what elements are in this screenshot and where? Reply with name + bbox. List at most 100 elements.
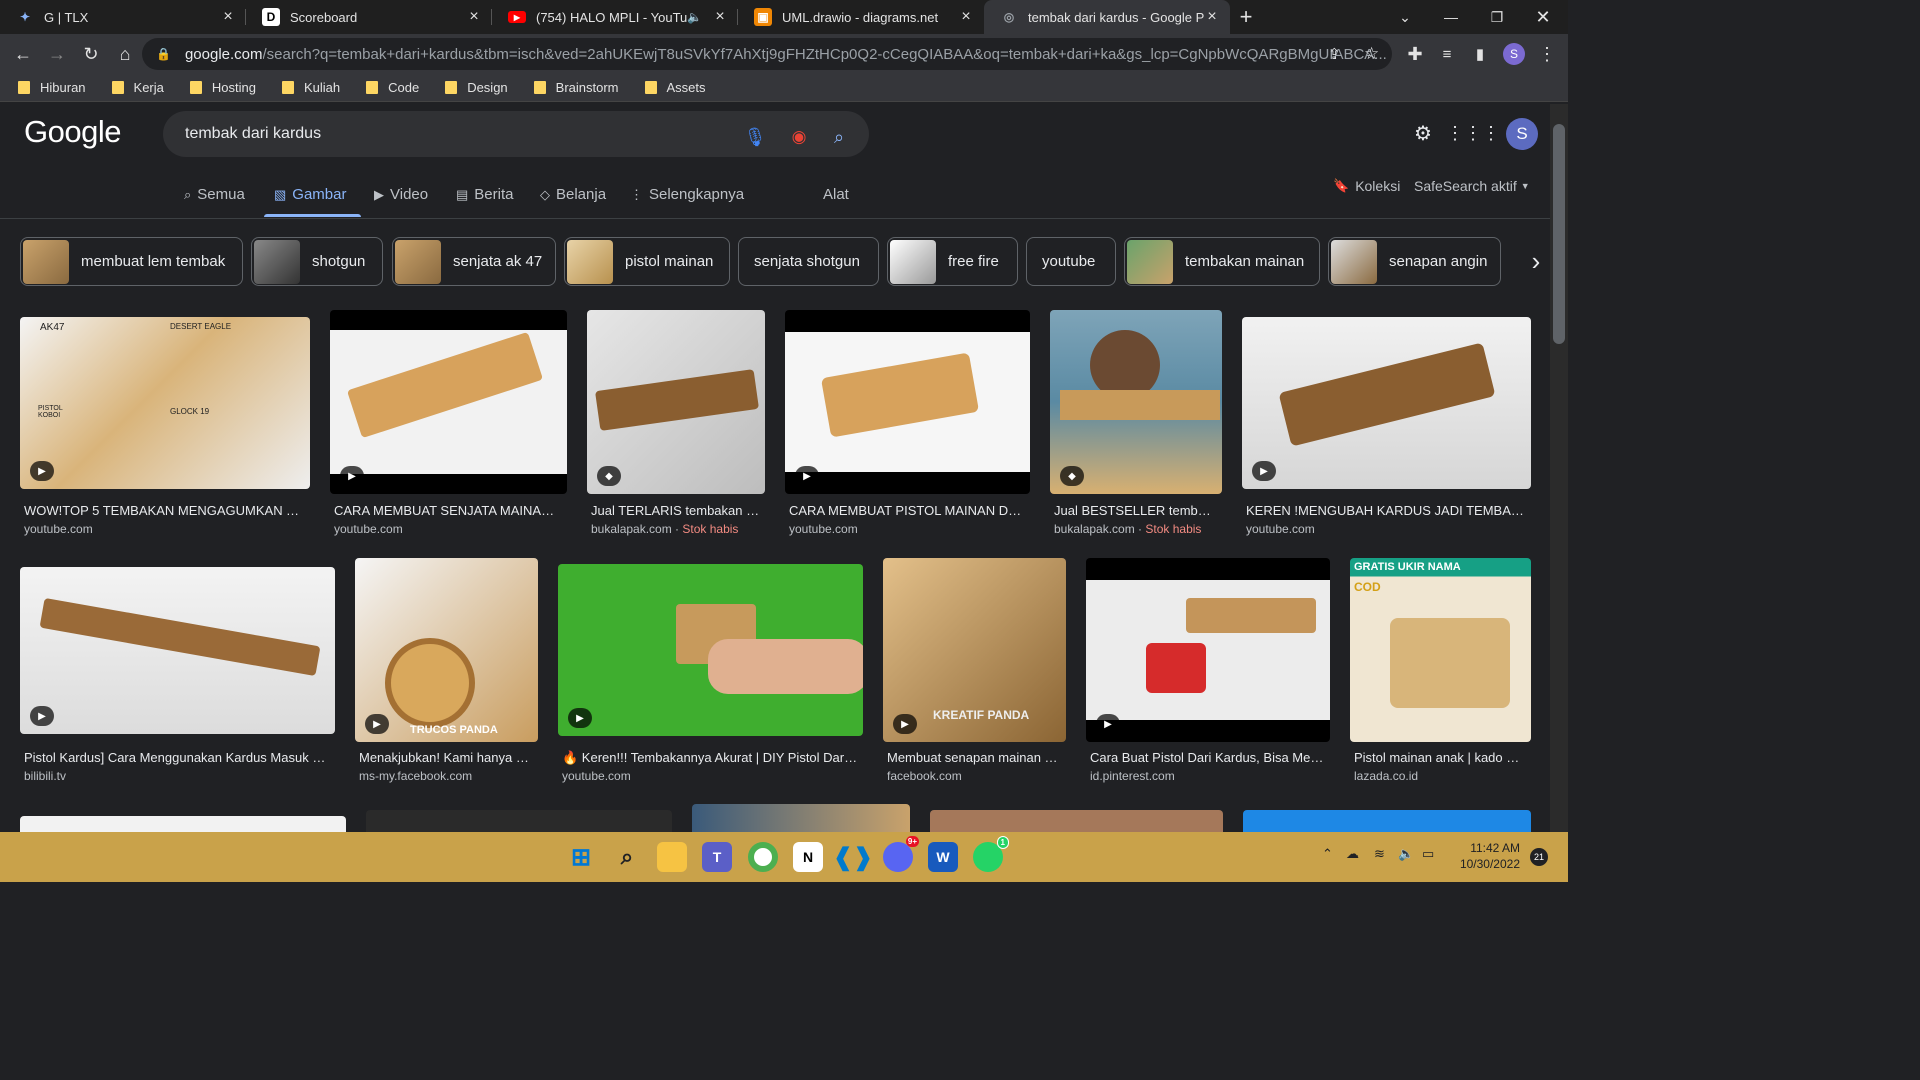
bookmark-folder[interactable]: Code — [360, 80, 419, 95]
search-box[interactable]: tembak dari kardus 🎙 ◉ ⌕ — [163, 111, 869, 157]
tab-search-icon[interactable]: ⌄ — [1382, 0, 1428, 34]
notification-center-badge[interactable]: 21 — [1530, 848, 1548, 866]
account-avatar[interactable]: S — [1506, 118, 1538, 150]
result-image[interactable]: ◆ — [587, 310, 765, 494]
result-source[interactable]: youtube.com — [24, 522, 93, 536]
result-source[interactable]: bukalapak.com · Stok habis — [591, 522, 738, 536]
bookmark-folder[interactable]: Hosting — [184, 80, 256, 95]
collections-button[interactable]: 🔖 Koleksi — [1333, 178, 1400, 194]
chip[interactable]: senjata shotgun — [738, 237, 879, 286]
tab-berita[interactable]: ▤ Berita — [456, 186, 513, 203]
close-tab-icon[interactable]: × — [1204, 8, 1220, 26]
chip[interactable]: tembakan mainan — [1124, 237, 1320, 286]
result-title[interactable]: Jual TERLARIS tembakan m... — [591, 503, 761, 518]
result-title[interactable]: CARA MEMBUAT SENJATA MAINAN A... — [334, 503, 562, 518]
result-title[interactable]: 🔥 Keren!!! Tembakannya Akurat | DIY Pist… — [562, 750, 858, 766]
chip[interactable]: shotgun — [251, 237, 383, 286]
wifi-icon[interactable]: ≋ — [1374, 846, 1385, 862]
result-image[interactable]: ▶ — [1242, 317, 1531, 489]
close-window-button[interactable]: ✕ — [1520, 0, 1566, 34]
apps-grid-icon[interactable]: ⋮⋮⋮ — [1446, 118, 1500, 148]
result-image[interactable]: GRATIS UKIR NAMA COD — [1350, 558, 1531, 742]
safesearch-toggle[interactable]: SafeSearch aktif ▼ — [1414, 178, 1530, 194]
settings-gear-icon[interactable]: ⚙ — [1408, 118, 1438, 148]
home-button[interactable]: ⌂ — [108, 37, 142, 71]
result-image[interactable] — [930, 810, 1223, 832]
result-image[interactable]: ▶ — [330, 310, 567, 494]
onedrive-icon[interactable]: ☁ — [1346, 846, 1359, 862]
close-tab-icon[interactable]: × — [958, 8, 974, 26]
result-image[interactable]: ▶ — [20, 567, 335, 734]
result-source[interactable]: youtube.com — [789, 522, 858, 536]
vscode-icon[interactable]: ❰❱ — [833, 842, 873, 872]
camera-lens-icon[interactable]: ◉ — [787, 125, 811, 149]
bookmark-folder[interactable]: Design — [439, 80, 508, 95]
result-source[interactable]: bukalapak.com · Stok habis — [1054, 522, 1201, 536]
profile-avatar[interactable]: S — [1503, 43, 1525, 65]
chip[interactable]: free fire — [887, 237, 1018, 286]
tab-gambar[interactable]: ▧ Gambar — [274, 186, 346, 203]
result-title[interactable]: KEREN !MENGUBAH KARDUS JADI TEMBAKAN ... — [1246, 503, 1526, 518]
google-logo[interactable]: Google — [24, 114, 121, 150]
forward-button[interactable]: → — [40, 37, 74, 71]
close-tab-icon[interactable]: × — [712, 8, 728, 26]
result-title[interactable]: Membuat senapan mainan d... — [887, 750, 1062, 765]
reload-button[interactable]: ↻ — [74, 37, 108, 71]
system-clock[interactable]: 11:42 AM 10/30/2022 — [1450, 840, 1520, 872]
page-scrollbar[interactable] — [1550, 104, 1568, 832]
media-control-icon[interactable]: ≡ — [1430, 37, 1464, 71]
result-image[interactable] — [366, 810, 672, 832]
extensions-icon[interactable]: ✚ — [1398, 37, 1432, 71]
bookmark-star-icon[interactable]: ☆ — [1364, 44, 1379, 64]
microphone-icon[interactable]: 🎙 — [743, 125, 767, 149]
result-title[interactable]: Menakjubkan! Kami hanya m... — [359, 750, 534, 765]
chrome-icon[interactable] — [748, 842, 778, 872]
result-title[interactable]: Pistol mainan anak | kado an... — [1354, 750, 1526, 765]
windows-start-icon[interactable]: ⊞ — [566, 842, 596, 872]
tab-youtube[interactable]: ▶ (754) HALO MPLI - YouTube 🔈 × — [492, 0, 738, 34]
search-input[interactable]: tembak dari kardus — [185, 125, 321, 143]
bookmark-folder[interactable]: Brainstorm — [528, 80, 619, 95]
speaker-icon[interactable]: 🔈 — [687, 10, 702, 24]
search-icon[interactable]: ⌕ — [612, 842, 642, 872]
result-image[interactable]: ▶ — [558, 564, 863, 736]
result-source[interactable]: facebook.com — [887, 769, 962, 783]
word-icon[interactable]: W — [928, 842, 958, 872]
chrome-menu-icon[interactable]: ⋮ — [1530, 37, 1564, 71]
result-title[interactable]: CARA MEMBUAT PISTOL MAINAN DARI ... — [789, 503, 1025, 518]
result-image[interactable]: ▶ — [785, 310, 1030, 494]
file-explorer-icon[interactable] — [657, 842, 687, 872]
result-image[interactable]: KREATIF PANDA ▶ — [883, 558, 1066, 742]
scrollbar-thumb[interactable] — [1553, 124, 1565, 344]
close-tab-icon[interactable]: × — [466, 8, 482, 26]
bookmark-folder[interactable]: Kerja — [106, 80, 164, 95]
whatsapp-icon[interactable]: 1 — [973, 836, 1009, 872]
result-title[interactable]: WOW!TOP 5 TEMBAKAN MENGAGUMKAN YAN... — [24, 503, 306, 518]
tab-selengkapnya[interactable]: ⋮ Selengkapnya — [630, 186, 744, 203]
result-image[interactable]: TRUCOS PANDA ▶ — [355, 558, 538, 742]
chip[interactable]: membuat lem tembak — [20, 237, 243, 286]
result-image[interactable] — [692, 804, 910, 832]
bookmark-folder[interactable]: Hiburan — [12, 80, 86, 95]
chip[interactable]: pistol mainan — [564, 237, 730, 286]
result-source[interactable]: lazada.co.id — [1354, 769, 1418, 783]
result-title[interactable]: Pistol Kardus] Cara Menggunakan Kardus M… — [24, 750, 330, 765]
tab-tlx[interactable]: ✦ G | TLX × — [0, 0, 246, 34]
new-tab-button[interactable]: + — [1230, 0, 1262, 34]
chevron-right-icon[interactable]: › — [1516, 237, 1550, 286]
volume-icon[interactable]: 🔈 — [1398, 846, 1414, 862]
result-source[interactable]: id.pinterest.com — [1090, 769, 1175, 783]
result-image[interactable]: ▶ — [1086, 558, 1330, 742]
restore-button[interactable]: ❐ — [1474, 0, 1520, 34]
tab-scoreboard[interactable]: D Scoreboard × — [246, 0, 492, 34]
tab-semua[interactable]: ⌕ Semua — [184, 186, 245, 203]
result-image[interactable]: AK47 DESERT EAGLE PISTOL KOBOI GLOCK 19 … — [20, 317, 310, 489]
result-title[interactable]: Cara Buat Pistol Dari Kardus, Bisa Mene.… — [1090, 750, 1326, 765]
close-tab-icon[interactable]: × — [220, 8, 236, 26]
side-panel-icon[interactable]: ▮ — [1463, 37, 1497, 71]
share-icon[interactable]: ⇪ — [1328, 45, 1341, 63]
battery-icon[interactable]: ▭ — [1422, 846, 1434, 862]
tab-belanja[interactable]: ◇ Belanja — [540, 186, 606, 203]
result-image[interactable]: ◆ — [1050, 310, 1222, 494]
bookmark-folder[interactable]: Assets — [639, 80, 706, 95]
